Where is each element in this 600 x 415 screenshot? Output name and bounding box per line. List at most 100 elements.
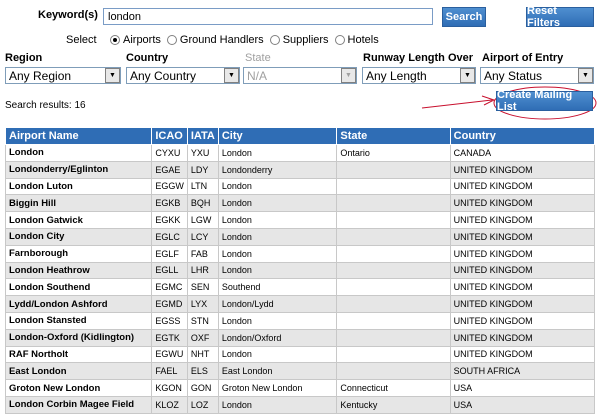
state-select: N/A ▼ xyxy=(243,67,357,84)
entry-label: Airport of Entry xyxy=(482,52,564,64)
city-cell: Londonderry xyxy=(217,160,338,179)
airport-name-cell[interactable]: East London xyxy=(4,362,153,381)
table-row[interactable]: Biggin Hill EGKB BQH London UNITED KINGDOM xyxy=(4,194,596,213)
col-state[interactable]: State xyxy=(336,127,451,145)
col-icao[interactable]: ICAO xyxy=(151,127,188,145)
city-cell: London xyxy=(217,144,338,162)
country-cell: UNITED KINGDOM xyxy=(449,160,596,179)
table-row[interactable]: Lydd/London Ashford EGMD LYX London/Lydd UNI… xyxy=(4,295,596,313)
ground-handlers-radio[interactable] xyxy=(166,35,177,45)
hotels-radio-label: Hotels xyxy=(347,34,379,46)
table-row[interactable]: London-Oxford (Kidlington) EGTK OXF London/… xyxy=(4,328,596,347)
country-cell: UNITED KINGDOM xyxy=(449,194,596,213)
table-row[interactable]: Farnborough EGLF FAB London UNITED KINGDOM xyxy=(4,244,596,263)
col-iata[interactable]: IATA xyxy=(186,127,219,145)
iata-cell: LDY xyxy=(186,160,219,179)
table-row[interactable]: Groton New London KGON GON Groton New Londo… xyxy=(4,379,596,397)
runway-select[interactable]: Any Length ▼ xyxy=(362,67,476,84)
table-row[interactable]: London CYXU YXU London Ontario CANADA xyxy=(4,144,596,162)
city-cell: London xyxy=(217,227,338,246)
chevron-down-icon: ▼ xyxy=(578,68,593,83)
city-cell: Groton New London xyxy=(217,379,338,397)
country-select-value: Any Country xyxy=(130,68,197,83)
state-cell: Ontario xyxy=(336,144,451,162)
iata-cell: SEN xyxy=(186,278,219,297)
entry-select[interactable]: Any Status ▼ xyxy=(480,67,594,84)
hotels-radio[interactable] xyxy=(334,35,345,45)
keyword-input[interactable]: london xyxy=(103,8,433,25)
airport-name-cell[interactable]: London City xyxy=(4,227,153,246)
table-row[interactable]: London Corbin Magee Field KLOZ LOZ London Ke… xyxy=(4,395,596,414)
table-row[interactable]: London Southend EGMC SEN Southend UNITED KIN… xyxy=(4,278,596,297)
create-mailing-list-button[interactable]: Create Mailing List xyxy=(496,89,593,113)
state-label: State xyxy=(245,52,271,64)
table-row[interactable]: London Gatwick EGKK LGW London UNITED KINGDO… xyxy=(4,211,596,229)
search-button[interactable]: Search xyxy=(442,7,486,27)
airport-name-cell[interactable]: London Southend xyxy=(4,278,153,297)
state-cell xyxy=(336,295,451,313)
table-row[interactable]: London Luton EGGW LTN London UNITED KINGDOM xyxy=(4,177,596,196)
icao-cell: EGWU xyxy=(151,345,188,364)
table-row[interactable]: London Heathrow EGLL LHR London UNITED KINGD… xyxy=(4,261,596,280)
iata-cell: LHR xyxy=(186,261,219,280)
city-cell: Southend xyxy=(217,278,338,297)
airport-name-cell[interactable]: London Heathrow xyxy=(4,261,153,280)
airport-name-cell[interactable]: RAF Northolt xyxy=(4,345,153,364)
icao-cell: EGLF xyxy=(151,244,188,263)
table-row[interactable]: RAF Northolt EGWU NHT London UNITED KINGDOM xyxy=(4,345,596,364)
country-label: Country xyxy=(126,52,169,64)
icao-cell: KLOZ xyxy=(151,395,188,414)
col-airport-name[interactable]: Airport Name xyxy=(4,127,153,145)
table-row[interactable]: East London FAEL ELS East London SOUTH AFRIC… xyxy=(4,362,596,381)
suppliers-radio-label: Suppliers xyxy=(282,34,329,46)
chevron-down-icon: ▼ xyxy=(224,68,239,83)
state-select-value: N/A xyxy=(247,68,268,83)
country-cell: UNITED KINGDOM xyxy=(449,295,596,313)
state-cell xyxy=(336,345,451,364)
country-cell: USA xyxy=(449,395,596,414)
city-cell: London xyxy=(217,261,338,280)
airport-name-cell[interactable]: London Luton xyxy=(4,177,153,196)
iata-cell: ELS xyxy=(186,362,219,381)
airport-name-cell[interactable]: London Gatwick xyxy=(4,211,153,229)
airport-name-cell[interactable]: Groton New London xyxy=(4,379,153,397)
airport-name-cell[interactable]: London-Oxford (Kidlington) xyxy=(4,328,153,347)
iata-cell: FAB xyxy=(186,244,219,263)
table-row[interactable]: London Stansted EGSS STN London UNITED KINGD… xyxy=(4,311,596,330)
chevron-down-icon: ▼ xyxy=(341,68,356,83)
airport-name-cell[interactable]: Londonderry/Eglinton xyxy=(4,160,153,179)
airport-name-cell[interactable]: Biggin Hill xyxy=(4,194,153,213)
results-table: Airport Name ICAO IATA City State Countr… xyxy=(4,127,596,414)
table-row[interactable]: London City EGLC LCY London UNITED KINGDOM xyxy=(4,227,596,246)
icao-cell: EGKK xyxy=(151,211,188,229)
iata-cell: LTN xyxy=(186,177,219,196)
city-cell: London xyxy=(217,395,338,414)
icao-cell: EGAE xyxy=(151,160,188,179)
airport-name-cell[interactable]: Lydd/London Ashford xyxy=(4,295,153,313)
keyword-label: Keyword(s) xyxy=(38,9,98,21)
country-select[interactable]: Any Country ▼ xyxy=(126,67,240,84)
airport-name-cell[interactable]: London Corbin Magee Field xyxy=(4,395,153,414)
table-row[interactable]: Londonderry/Eglinton EGAE LDY Londonderry UN… xyxy=(4,160,596,179)
icao-cell: EGSS xyxy=(151,311,188,330)
country-cell: UNITED KINGDOM xyxy=(449,244,596,263)
airport-name-cell[interactable]: London xyxy=(4,144,153,162)
country-cell: UNITED KINGDOM xyxy=(449,211,596,229)
ground-handlers-radio-label: Ground Handlers xyxy=(179,34,264,46)
airports-radio[interactable] xyxy=(110,35,120,45)
reset-filters-button[interactable]: Reset Filters xyxy=(526,5,594,29)
col-city[interactable]: City xyxy=(217,127,338,145)
col-country[interactable]: Country xyxy=(449,127,596,145)
select-label: Select xyxy=(66,34,97,46)
region-select[interactable]: Any Region ▼ xyxy=(5,67,121,84)
icao-cell: EGMC xyxy=(151,278,188,297)
country-cell: CANADA xyxy=(449,144,596,162)
airport-name-cell[interactable]: London Stansted xyxy=(4,311,153,330)
runway-select-value: Any Length xyxy=(366,68,427,83)
state-cell xyxy=(336,194,451,213)
airport-name-cell[interactable]: Farnborough xyxy=(4,244,153,263)
search-results-count: Search results: 16 xyxy=(5,100,86,111)
iata-cell: BQH xyxy=(186,194,219,213)
iata-cell: LGW xyxy=(186,211,219,229)
suppliers-radio[interactable] xyxy=(269,35,280,45)
